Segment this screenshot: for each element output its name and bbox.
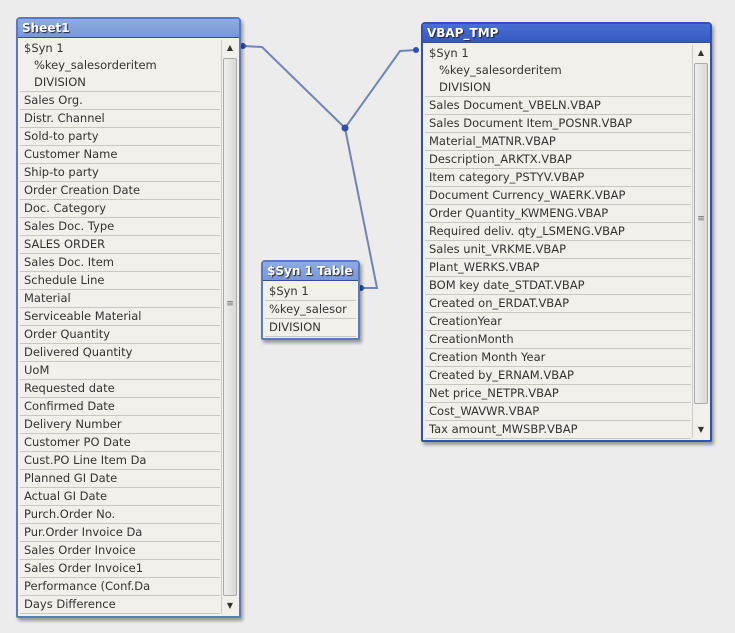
field-row[interactable]: Creation Month Year xyxy=(425,349,691,367)
field-row[interactable]: Sales Org. xyxy=(20,92,220,110)
field-row[interactable]: Order Quantity_KWMENG.VBAP xyxy=(425,205,691,223)
field-row[interactable]: Serviceable Material xyxy=(20,308,220,326)
field-row[interactable]: Sales unit_VRKME.VBAP xyxy=(425,241,691,259)
field-row[interactable]: Sold-to party xyxy=(20,128,220,146)
field-row[interactable]: Cost_WAVWR.VBAP xyxy=(425,403,691,421)
table-vbap-tmp[interactable]: VBAP_TMP $Syn 1 %key_salesorderitem DIVISI… xyxy=(421,22,712,442)
field-row[interactable]: Net price_NETPR.VBAP xyxy=(425,385,691,403)
field-row[interactable]: SALES ORDER xyxy=(20,236,220,254)
field-row[interactable]: Schedule Line xyxy=(20,272,220,290)
field-row[interactable]: DIVISION xyxy=(20,74,220,92)
field-row[interactable]: Sales Document Item_POSNR.VBAP xyxy=(425,115,691,133)
field-row[interactable]: Actual GI Date xyxy=(20,488,220,506)
field-row[interactable]: Performance (Conf.Da xyxy=(20,578,220,596)
field-row[interactable]: Order Quantity xyxy=(20,326,220,344)
table-title[interactable]: Sheet1 xyxy=(18,19,239,38)
field-row[interactable]: Sales Order Invoice xyxy=(20,542,220,560)
field-row[interactable]: Requested date xyxy=(20,380,220,398)
field-row[interactable]: Sales Order Invoice1 xyxy=(20,560,220,578)
field-row[interactable]: Days Difference xyxy=(20,596,220,614)
field-row[interactable]: Sales Doc. Item xyxy=(20,254,220,272)
scrollbar[interactable]: ▲ ≡ ▼ xyxy=(692,45,709,438)
field-row[interactable]: Required deliv. qty_LSMENG.VBAP xyxy=(425,223,691,241)
field-row[interactable]: %key_salesorderitem xyxy=(425,62,691,79)
field-row[interactable]: DIVISION xyxy=(265,319,356,337)
scrollbar[interactable]: ▲ ≡ ▼ xyxy=(221,40,238,614)
link-node xyxy=(341,124,349,132)
field-row[interactable]: Confirmed Date xyxy=(20,398,220,416)
scroll-down-icon[interactable]: ▼ xyxy=(222,598,238,614)
field-row[interactable]: Cust.PO Line Item Da xyxy=(20,452,220,470)
field-row[interactable]: $Syn 1 xyxy=(425,45,691,62)
table-sheet1[interactable]: Sheet1 $Syn 1 %key_salesorderitem DIVISION… xyxy=(16,17,241,618)
field-row[interactable]: %key_salesor xyxy=(265,301,356,319)
field-row[interactable]: Sales Document_VBELN.VBAP xyxy=(425,97,691,115)
field-row[interactable]: Created on_ERDAT.VBAP xyxy=(425,295,691,313)
field-row[interactable]: $Syn 1 xyxy=(20,40,220,57)
field-row[interactable]: Plant_WERKS.VBAP xyxy=(425,259,691,277)
field-row[interactable]: UoM xyxy=(20,362,220,380)
field-row[interactable]: Sales Doc. Type xyxy=(20,218,220,236)
field-row[interactable]: Delivery Number xyxy=(20,416,220,434)
field-row[interactable]: Item category_PSTYV.VBAP xyxy=(425,169,691,187)
field-row[interactable]: Customer PO Date xyxy=(20,434,220,452)
field-row[interactable]: Doc. Category xyxy=(20,200,220,218)
field-row[interactable]: %key_salesorderitem xyxy=(20,57,220,74)
field-row[interactable]: $Syn 1 xyxy=(265,283,356,301)
field-row[interactable]: Customer Name xyxy=(20,146,220,164)
field-row[interactable]: DIVISION xyxy=(425,79,691,97)
link-node xyxy=(413,47,419,53)
field-row[interactable]: Pur.Order Invoice Da xyxy=(20,524,220,542)
scrollbar-thumb[interactable]: ≡ xyxy=(223,58,237,596)
link-sheet1 xyxy=(242,45,346,129)
field-row[interactable]: Delivered Quantity xyxy=(20,344,220,362)
field-row[interactable]: Purch.Order No. xyxy=(20,506,220,524)
table-title[interactable]: $Syn 1 Table xyxy=(263,262,358,281)
field-row[interactable]: Order Creation Date xyxy=(20,182,220,200)
field-row[interactable]: Distr. Channel xyxy=(20,110,220,128)
link-vbap xyxy=(344,49,417,129)
field-row[interactable]: CreationMonth xyxy=(425,331,691,349)
scroll-up-icon[interactable]: ▲ xyxy=(222,40,238,56)
field-row[interactable]: Material_MATNR.VBAP xyxy=(425,133,691,151)
field-row[interactable]: Planned GI Date xyxy=(20,470,220,488)
field-row[interactable]: BOM key date_STDAT.VBAP xyxy=(425,277,691,295)
field-row[interactable]: CreationYear xyxy=(425,313,691,331)
field-row[interactable]: Description_ARKTX.VBAP xyxy=(425,151,691,169)
field-row[interactable]: Ship-to party xyxy=(20,164,220,182)
table-title[interactable]: VBAP_TMP xyxy=(423,24,710,43)
field-row[interactable]: Tax amount_MWSBP.VBAP xyxy=(425,421,691,439)
scroll-up-icon[interactable]: ▲ xyxy=(693,45,709,61)
table-syn1[interactable]: $Syn 1 Table $Syn 1 %key_salesor DIVISION xyxy=(261,260,360,340)
field-row[interactable]: Created by_ERNAM.VBAP xyxy=(425,367,691,385)
field-row[interactable]: Document Currency_WAERK.VBAP xyxy=(425,187,691,205)
field-row[interactable]: Material xyxy=(20,290,220,308)
scrollbar-thumb[interactable]: ≡ xyxy=(694,63,708,404)
scroll-down-icon[interactable]: ▼ xyxy=(693,422,709,438)
